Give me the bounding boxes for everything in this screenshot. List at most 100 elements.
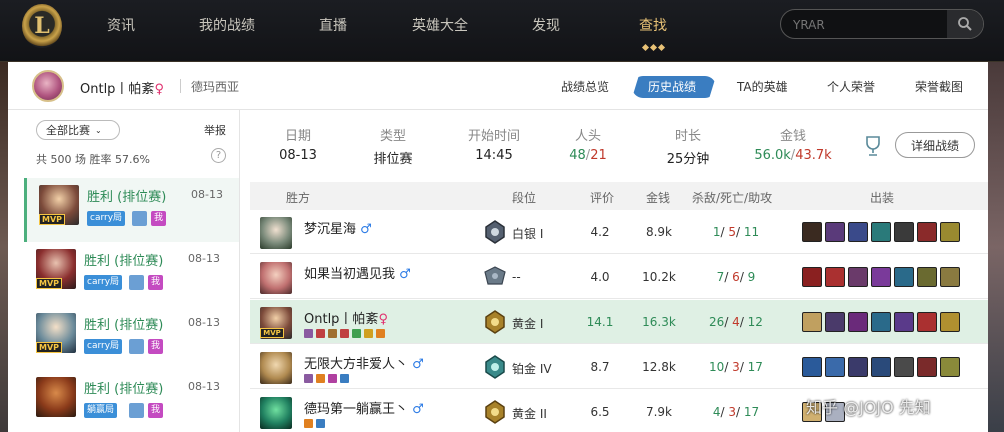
champion-avatar: [260, 397, 292, 429]
female-icon: ♀: [378, 312, 388, 327]
tab-history[interactable]: 历史战绩: [648, 78, 696, 95]
league-logo[interactable]: L: [22, 4, 62, 48]
col-gold: 金钱: [646, 191, 671, 205]
player-name: Ontlp丨帕紊♀: [80, 82, 164, 97]
score: 6.5: [590, 405, 610, 419]
player-name[interactable]: 无限大方非爱人丶 ♂: [304, 353, 424, 372]
search-input[interactable]: [793, 16, 943, 34]
item-icon: [894, 267, 914, 287]
summary-gold: 56.0k/43.7k: [754, 148, 832, 163]
match-date: 08-13: [188, 252, 220, 265]
col-winner: 胜方: [286, 191, 311, 205]
item-icon: [894, 357, 914, 377]
player-name[interactable]: 如果当初遇见我 ♂: [304, 263, 411, 282]
female-icon: ♀: [154, 82, 164, 97]
champion-avatar: [260, 352, 292, 384]
score: 4.2: [590, 225, 610, 239]
mvp-badge: MVP: [39, 214, 65, 225]
player-name[interactable]: 梦沉星海 ♂: [304, 218, 372, 237]
match-item[interactable]: MVP 胜利 (排位赛) 08-13 carry局 我: [24, 242, 239, 306]
me-tag: 我: [148, 403, 163, 418]
table-row-current-player[interactable]: MVP Ontlp丨帕紊♀ 黄金 I 14.1 16.3k 26/ 4/ 12: [250, 300, 988, 344]
item-icon: [871, 357, 891, 377]
nav-discover[interactable]: 发现: [532, 15, 560, 35]
match-result: 胜利 (排位赛): [84, 318, 164, 333]
match-summary: 共 500 场 胜率 57.6%: [36, 153, 150, 166]
col-kda: 杀敌/死亡/助攻: [692, 191, 773, 205]
item-icon: [848, 267, 868, 287]
badge-icon: [340, 329, 349, 338]
image-icon: [129, 339, 144, 354]
item-icon: [848, 357, 868, 377]
item-icon: [871, 312, 891, 332]
table-header: 胜方 段位 评价 金钱 杀敌/死亡/助攻 出装: [250, 182, 988, 210]
achievement-icons: [304, 327, 388, 338]
summary-type: 排位赛: [373, 152, 413, 167]
tab-overview[interactable]: 战绩总览: [561, 78, 609, 95]
summary-gold-header: 金钱: [779, 129, 806, 144]
item-icon: [802, 357, 822, 377]
match-date: 08-13: [191, 188, 223, 201]
match-sidebar: 全部比赛 ⌄ 举报 共 500 场 胜率 57.6% ? MVP 胜利 (排位赛)…: [24, 110, 240, 432]
mvp-badge: MVP: [36, 342, 62, 353]
match-result: 胜利 (排位赛): [84, 382, 164, 397]
badge-icon: [316, 374, 325, 383]
gold: 16.3k: [642, 315, 676, 329]
summary-start-header: 开始时间: [467, 129, 520, 144]
image-icon: [129, 403, 144, 418]
nav-search[interactable]: 查找: [639, 15, 667, 35]
nav-my-record[interactable]: 我的战绩: [199, 15, 255, 35]
champion-avatar: [260, 217, 292, 249]
item-icon: [940, 222, 960, 242]
col-score: 评价: [590, 191, 615, 205]
me-tag: 我: [148, 339, 163, 354]
help-icon[interactable]: ?: [211, 148, 226, 163]
rank-text: 黄金 I: [512, 317, 544, 331]
kda: 4/ 3/ 17: [712, 405, 760, 419]
tab-honors[interactable]: 个人荣誉: [827, 78, 875, 95]
carry-tag: carry局: [84, 339, 123, 354]
item-icon: [871, 222, 891, 242]
me-tag: 我: [151, 211, 166, 226]
item-icon: [802, 312, 822, 332]
badge-icon: [328, 374, 337, 383]
detail-stats-button[interactable]: 详细战绩: [895, 132, 975, 158]
tab-heroes[interactable]: TA的英雄: [737, 78, 788, 95]
nav-live[interactable]: 直播: [319, 15, 347, 35]
item-icon: [802, 267, 822, 287]
item-icon: [825, 222, 845, 242]
match-date: 08-13: [188, 380, 220, 393]
player-name[interactable]: 德玛第一躺赢王丶 ♂: [304, 398, 424, 417]
mvp-badge: MVP: [260, 328, 284, 338]
table-row[interactable]: 无限大方非爱人丶 ♂ 铂金 IV 8.7 12.8k 10/ 3/ 17: [250, 345, 988, 389]
kda: 1/ 5/ 11: [712, 225, 760, 239]
summary-duration: 25分钟: [666, 152, 710, 167]
item-icon: [894, 312, 914, 332]
match-filter-dropdown[interactable]: 全部比赛 ⌄: [36, 120, 120, 140]
champion-thumbnail: [36, 377, 76, 417]
rank-text: 铂金 IV: [512, 362, 552, 376]
nav-heroes[interactable]: 英雄大全: [412, 15, 468, 35]
match-item[interactable]: MVP 胜利 (排位赛) 08-13 carry局 我: [24, 306, 239, 370]
item-icon: [917, 222, 937, 242]
score: 14.1: [586, 315, 614, 329]
match-item[interactable]: 胜利 (排位赛) 08-13 躺赢局 我: [24, 370, 239, 432]
carry-tag: carry局: [84, 275, 123, 290]
badge-icon: [304, 419, 313, 428]
report-link[interactable]: 举报: [204, 122, 226, 138]
rank-unranked-icon: [484, 266, 506, 285]
table-row[interactable]: 如果当初遇见我 ♂ -- 4.0 10.2k 7/ 6/ 9: [250, 255, 988, 299]
gold: 7.9k: [645, 405, 673, 419]
me-tag: 我: [148, 275, 163, 290]
tab-screenshots[interactable]: 荣誉截图: [915, 78, 963, 95]
player-name[interactable]: Ontlp丨帕紊♀: [304, 308, 388, 327]
match-item[interactable]: MVP 胜利 (排位赛) 08-13 carry局 我: [24, 178, 239, 242]
search-button[interactable]: [947, 10, 983, 38]
col-items: 出装: [870, 191, 895, 205]
trophy-icon: [866, 136, 880, 156]
nav-news[interactable]: 资讯: [107, 15, 135, 35]
image-icon: [129, 275, 144, 290]
rank-platinum-icon: [485, 355, 505, 379]
match-result: 胜利 (排位赛): [87, 190, 167, 205]
table-row[interactable]: 梦沉星海 ♂ 白银 I 4.2 8.9k 1/ 5/ 11: [250, 210, 988, 254]
